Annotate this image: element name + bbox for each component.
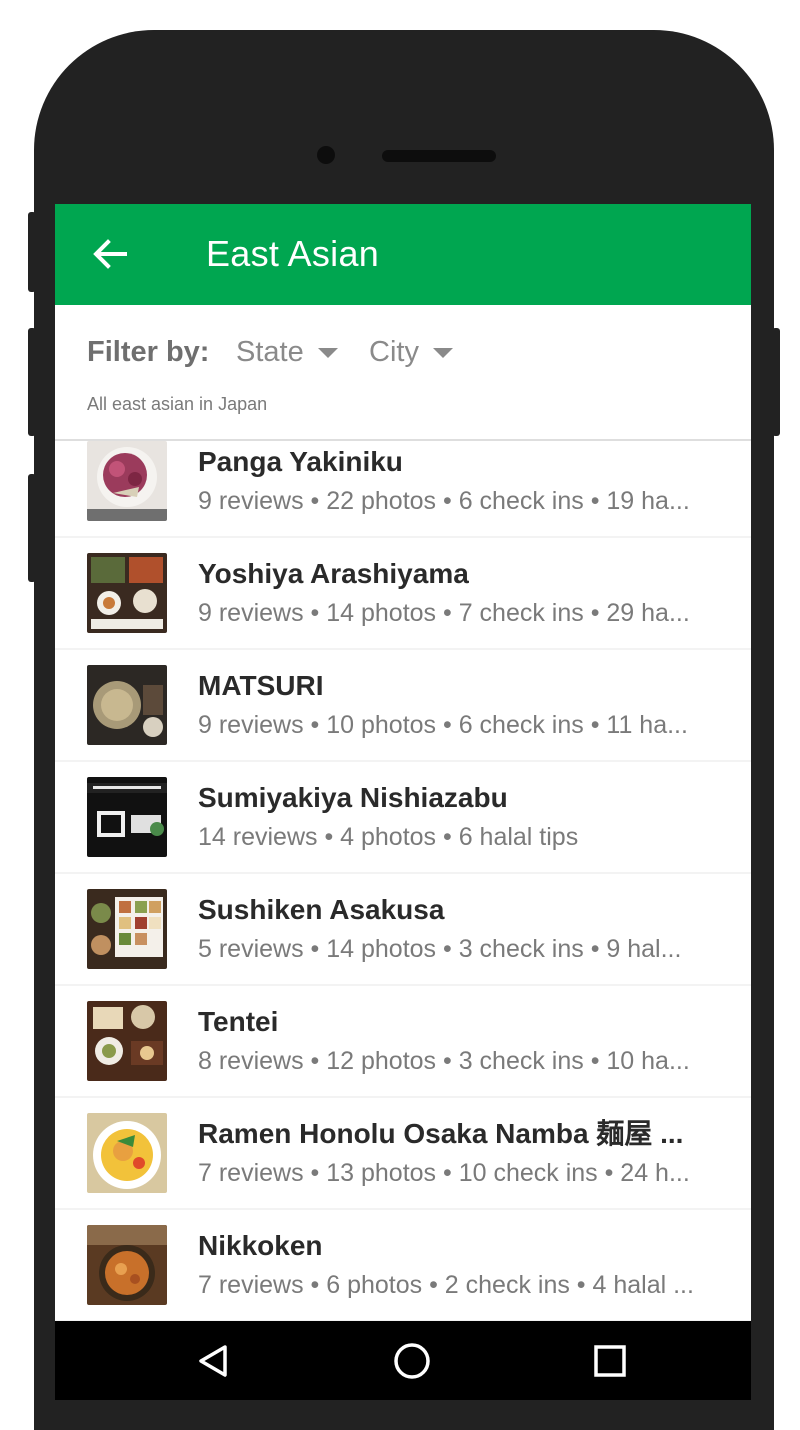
list-item[interactable]: Yoshiya Arashiyama 9 reviews • 14 photos…	[55, 538, 751, 648]
restaurant-meta: 9 reviews • 14 photos • 7 check ins • 29…	[198, 599, 690, 627]
restaurant-meta: 9 reviews • 22 photos • 6 check ins • 19…	[198, 487, 690, 515]
nav-recents-button[interactable]	[590, 1341, 630, 1381]
camera-lens	[317, 146, 335, 164]
restaurant-name: Ramen Honolu Osaka Namba 麺屋 ...	[198, 1118, 684, 1149]
restaurant-meta: 5 reviews • 14 photos • 3 check ins • 9 …	[198, 935, 682, 963]
triangle-back-icon	[199, 1345, 227, 1377]
system-nav-bar	[55, 1321, 751, 1400]
restaurant-name: MATSURI	[198, 670, 324, 701]
list-item[interactable]: Sumiyakiya Nishiazabu 14 reviews • 4 pho…	[55, 762, 751, 872]
restaurant-list: Panga Yakiniku 9 reviews • 22 photos • 6…	[55, 441, 751, 1322]
restaurant-meta: 7 reviews • 13 photos • 10 check ins • 2…	[198, 1159, 690, 1187]
square-recents-icon	[594, 1345, 626, 1377]
page-title: East Asian	[206, 233, 380, 274]
arrow-left-icon	[93, 239, 127, 269]
restaurant-meta: 14 reviews • 4 photos • 6 halal tips	[198, 823, 579, 851]
state-dropdown-label: State	[236, 336, 304, 368]
restaurant-meta: 8 reviews • 12 photos • 3 check ins • 10…	[198, 1047, 690, 1075]
restaurant-meta: 7 reviews • 6 photos • 2 check ins • 4 h…	[198, 1271, 694, 1299]
filter-subtitle: All east asian in Japan	[87, 394, 268, 414]
restaurant-name: Tentei	[198, 1006, 279, 1037]
restaurant-thumbnail	[87, 1113, 167, 1193]
restaurant-thumbnail	[87, 553, 167, 633]
nav-back-button[interactable]	[193, 1341, 233, 1381]
restaurant-thumbnail	[87, 777, 167, 857]
restaurant-thumbnail	[87, 1001, 167, 1081]
list-item[interactable]: Panga Yakiniku 9 reviews • 22 photos • 6…	[55, 441, 751, 536]
restaurant-meta: 9 reviews • 10 photos • 6 check ins • 11…	[198, 711, 688, 739]
list-item[interactable]: Nikkoken 7 reviews • 6 photos • 2 check …	[55, 1210, 751, 1320]
restaurant-name: Sushiken Asakusa	[198, 894, 445, 925]
restaurant-name: Panga Yakiniku	[198, 446, 403, 477]
restaurant-thumbnail	[87, 889, 167, 969]
back-button[interactable]	[85, 229, 135, 279]
nav-home-button[interactable]	[392, 1341, 432, 1381]
restaurant-name: Sumiyakiya Nishiazabu	[198, 782, 508, 813]
restaurant-thumbnail	[87, 1225, 167, 1305]
list-item[interactable]: Ramen Honolu Osaka Namba 麺屋 ... 7 review…	[55, 1098, 751, 1208]
earpiece-speaker	[382, 150, 496, 162]
circle-home-icon	[394, 1343, 430, 1379]
restaurant-name: Nikkoken	[198, 1230, 323, 1261]
restaurant-name: Yoshiya Arashiyama	[198, 558, 469, 589]
list-item[interactable]: Sushiken Asakusa 5 reviews • 14 photos •…	[55, 874, 751, 984]
restaurant-thumbnail	[87, 441, 167, 521]
list-item[interactable]: MATSURI 9 reviews • 10 photos • 6 check …	[55, 650, 751, 760]
state-dropdown[interactable]: State	[236, 335, 338, 369]
filter-panel: Filter by: State City All east asian in …	[55, 305, 751, 441]
city-dropdown[interactable]: City	[369, 335, 453, 369]
caret-down-icon	[317, 348, 338, 358]
restaurant-thumbnail	[87, 665, 167, 745]
list-item[interactable]: Tentei 8 reviews • 12 photos • 3 check i…	[55, 986, 751, 1096]
city-dropdown-label: City	[369, 336, 419, 368]
filter-label: Filter by:	[87, 336, 210, 368]
phone-screen: East Asian Filter by: State City All eas…	[55, 204, 751, 1400]
app-bar: East Asian	[55, 204, 751, 305]
caret-down-icon	[432, 348, 453, 358]
